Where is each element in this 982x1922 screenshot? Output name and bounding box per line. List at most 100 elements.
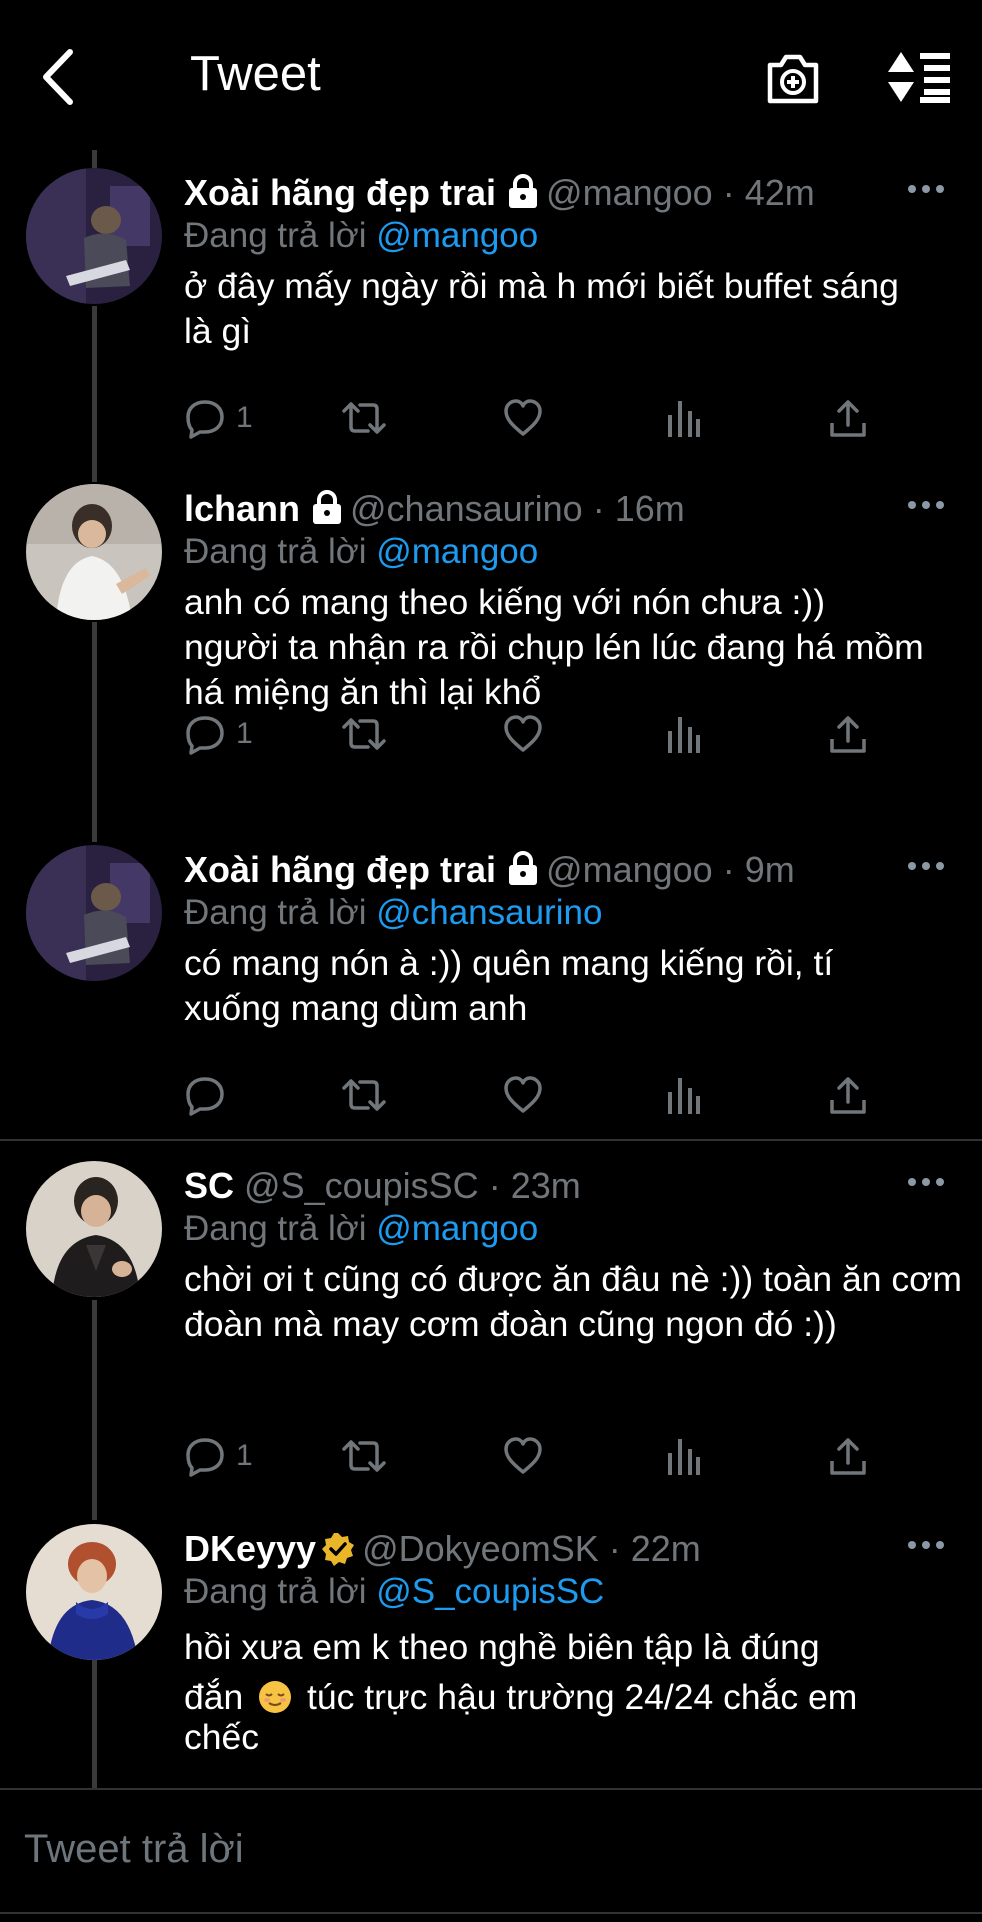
reply-button[interactable]: 1 (184, 712, 253, 756)
replying-to: Đang trả lời @mangoo (184, 1205, 538, 1253)
camera-add-icon (767, 54, 819, 104)
tweet-text: ở đây mấy ngày rồi mà h mới biết buffet … (184, 266, 899, 351)
analytics-button[interactable] (666, 1434, 702, 1478)
mention-link[interactable]: @mangoo (376, 216, 538, 255)
thread-line (92, 622, 97, 842)
reply-icon (186, 1077, 224, 1116)
camera-button[interactable] (764, 49, 822, 107)
more-options-icon[interactable] (906, 1538, 946, 1552)
display-name[interactable]: DKeyyy (184, 1528, 316, 1569)
replying-to-label: Đang trả lời (184, 1572, 367, 1611)
sort-icon (888, 52, 950, 103)
separator-dot: · (722, 849, 735, 890)
avatar[interactable] (26, 1524, 162, 1660)
thread-line (92, 150, 97, 168)
reply-button[interactable]: 1 (184, 1434, 253, 1478)
mention-link[interactable]: @chansaurino (376, 893, 602, 932)
mention-link[interactable]: @S_coupisSC (376, 1572, 604, 1611)
display-name[interactable]: lchann (184, 488, 300, 529)
handle[interactable]: @chansaurino (350, 488, 583, 529)
retweet-button[interactable] (340, 1073, 388, 1117)
heart-icon (504, 399, 542, 436)
lock-icon (509, 174, 538, 208)
display-name[interactable]: SC (184, 1165, 234, 1206)
tweet-text-line: đắn túc trực hậu trường 24/24 chắc em (184, 1674, 944, 1720)
analytics-button[interactable] (666, 396, 702, 440)
mention-link[interactable]: @mangoo (376, 532, 538, 571)
retweet-icon (342, 402, 386, 434)
separator-dot: · (592, 488, 605, 529)
share-button[interactable] (828, 396, 868, 440)
like-button[interactable] (502, 712, 544, 756)
tweet-header: Xoài hãng đẹp trai @mangoo · 9m (184, 845, 795, 895)
tweet-header: Xoài hãng đẹp trai @mangoo · 42m (184, 168, 815, 218)
header-bar: Tweet (0, 0, 982, 150)
replying-to: Đang trả lời @S_coupisSC (184, 1568, 604, 1616)
tweet-text-fragment: đắn (184, 1677, 244, 1717)
retweet-button[interactable] (340, 1434, 388, 1478)
share-icon (830, 716, 866, 753)
like-button[interactable] (502, 1434, 544, 1478)
mention-link[interactable]: @mangoo (376, 1209, 538, 1248)
heart-icon (504, 715, 542, 752)
tweet-actions: 1 (184, 712, 884, 756)
reply-icon (186, 400, 224, 439)
display-name[interactable]: Xoài hãng đẹp trai (184, 172, 496, 213)
more-options-icon[interactable] (906, 859, 946, 873)
reply-input[interactable] (22, 1818, 926, 1880)
replying-to-label: Đang trả lời (184, 532, 367, 571)
timestamp: 22m (630, 1528, 701, 1569)
reply-icon (186, 716, 224, 755)
share-icon (830, 400, 866, 437)
chevron-left-icon (43, 49, 73, 105)
handle[interactable]: @S_coupisSC (244, 1165, 479, 1206)
avatar[interactable] (26, 168, 162, 304)
back-button[interactable] (36, 46, 80, 108)
timestamp: 16m (614, 488, 685, 529)
sort-replies-button[interactable] (886, 50, 952, 104)
analytics-icon (668, 1439, 700, 1475)
share-button[interactable] (828, 1073, 868, 1117)
replying-to: Đang trả lời @mangoo (184, 212, 538, 260)
analytics-icon (668, 1078, 700, 1114)
like-button[interactable] (502, 1073, 544, 1117)
tweet-text: có mang nón à :)) quên mang kiếng rồi, t… (184, 943, 834, 1028)
composer-divider (0, 1912, 982, 1914)
retweet-button[interactable] (340, 396, 388, 440)
reply-button[interactable] (184, 1073, 236, 1117)
relieved-face-emoji-icon (259, 1681, 292, 1713)
share-button[interactable] (828, 1434, 868, 1478)
handle[interactable]: @DokyeomSK (362, 1528, 599, 1569)
like-button[interactable] (502, 396, 544, 440)
retweet-icon (342, 1079, 386, 1111)
thread-line (92, 306, 97, 482)
more-options-icon[interactable] (906, 498, 946, 512)
avatar[interactable] (26, 845, 162, 981)
analytics-button[interactable] (666, 712, 702, 756)
verified-badge-icon (322, 1533, 355, 1566)
reply-icon (186, 1438, 224, 1477)
reply-button[interactable]: 1 (184, 396, 253, 440)
more-options-icon[interactable] (906, 1175, 946, 1189)
lock-icon (313, 490, 342, 524)
share-button[interactable] (828, 712, 868, 756)
heart-icon (504, 1437, 542, 1474)
display-name[interactable]: Xoài hãng đẹp trai (184, 849, 496, 890)
tweet-actions (184, 1073, 884, 1117)
separator-dot: · (608, 1528, 621, 1569)
avatar[interactable] (26, 1161, 162, 1297)
replying-to: Đang trả lời @mangoo (184, 528, 538, 576)
handle[interactable]: @mangoo (546, 849, 713, 890)
tweet-actions: 1 (184, 1434, 884, 1478)
replying-to-label: Đang trả lời (184, 893, 367, 932)
handle[interactable]: @mangoo (546, 172, 713, 213)
avatar[interactable] (26, 484, 162, 620)
tweet-text: hồi xưa em k theo nghề biên tập là đúng … (184, 1624, 944, 1760)
analytics-icon (668, 717, 700, 753)
analytics-button[interactable] (666, 1073, 702, 1117)
reply-count: 1 (236, 717, 253, 750)
more-options-icon[interactable] (906, 182, 946, 196)
replying-to-label: Đang trả lời (184, 216, 367, 255)
retweet-button[interactable] (340, 712, 388, 756)
tweet-header: SC @S_coupisSC · 23m (184, 1161, 581, 1211)
